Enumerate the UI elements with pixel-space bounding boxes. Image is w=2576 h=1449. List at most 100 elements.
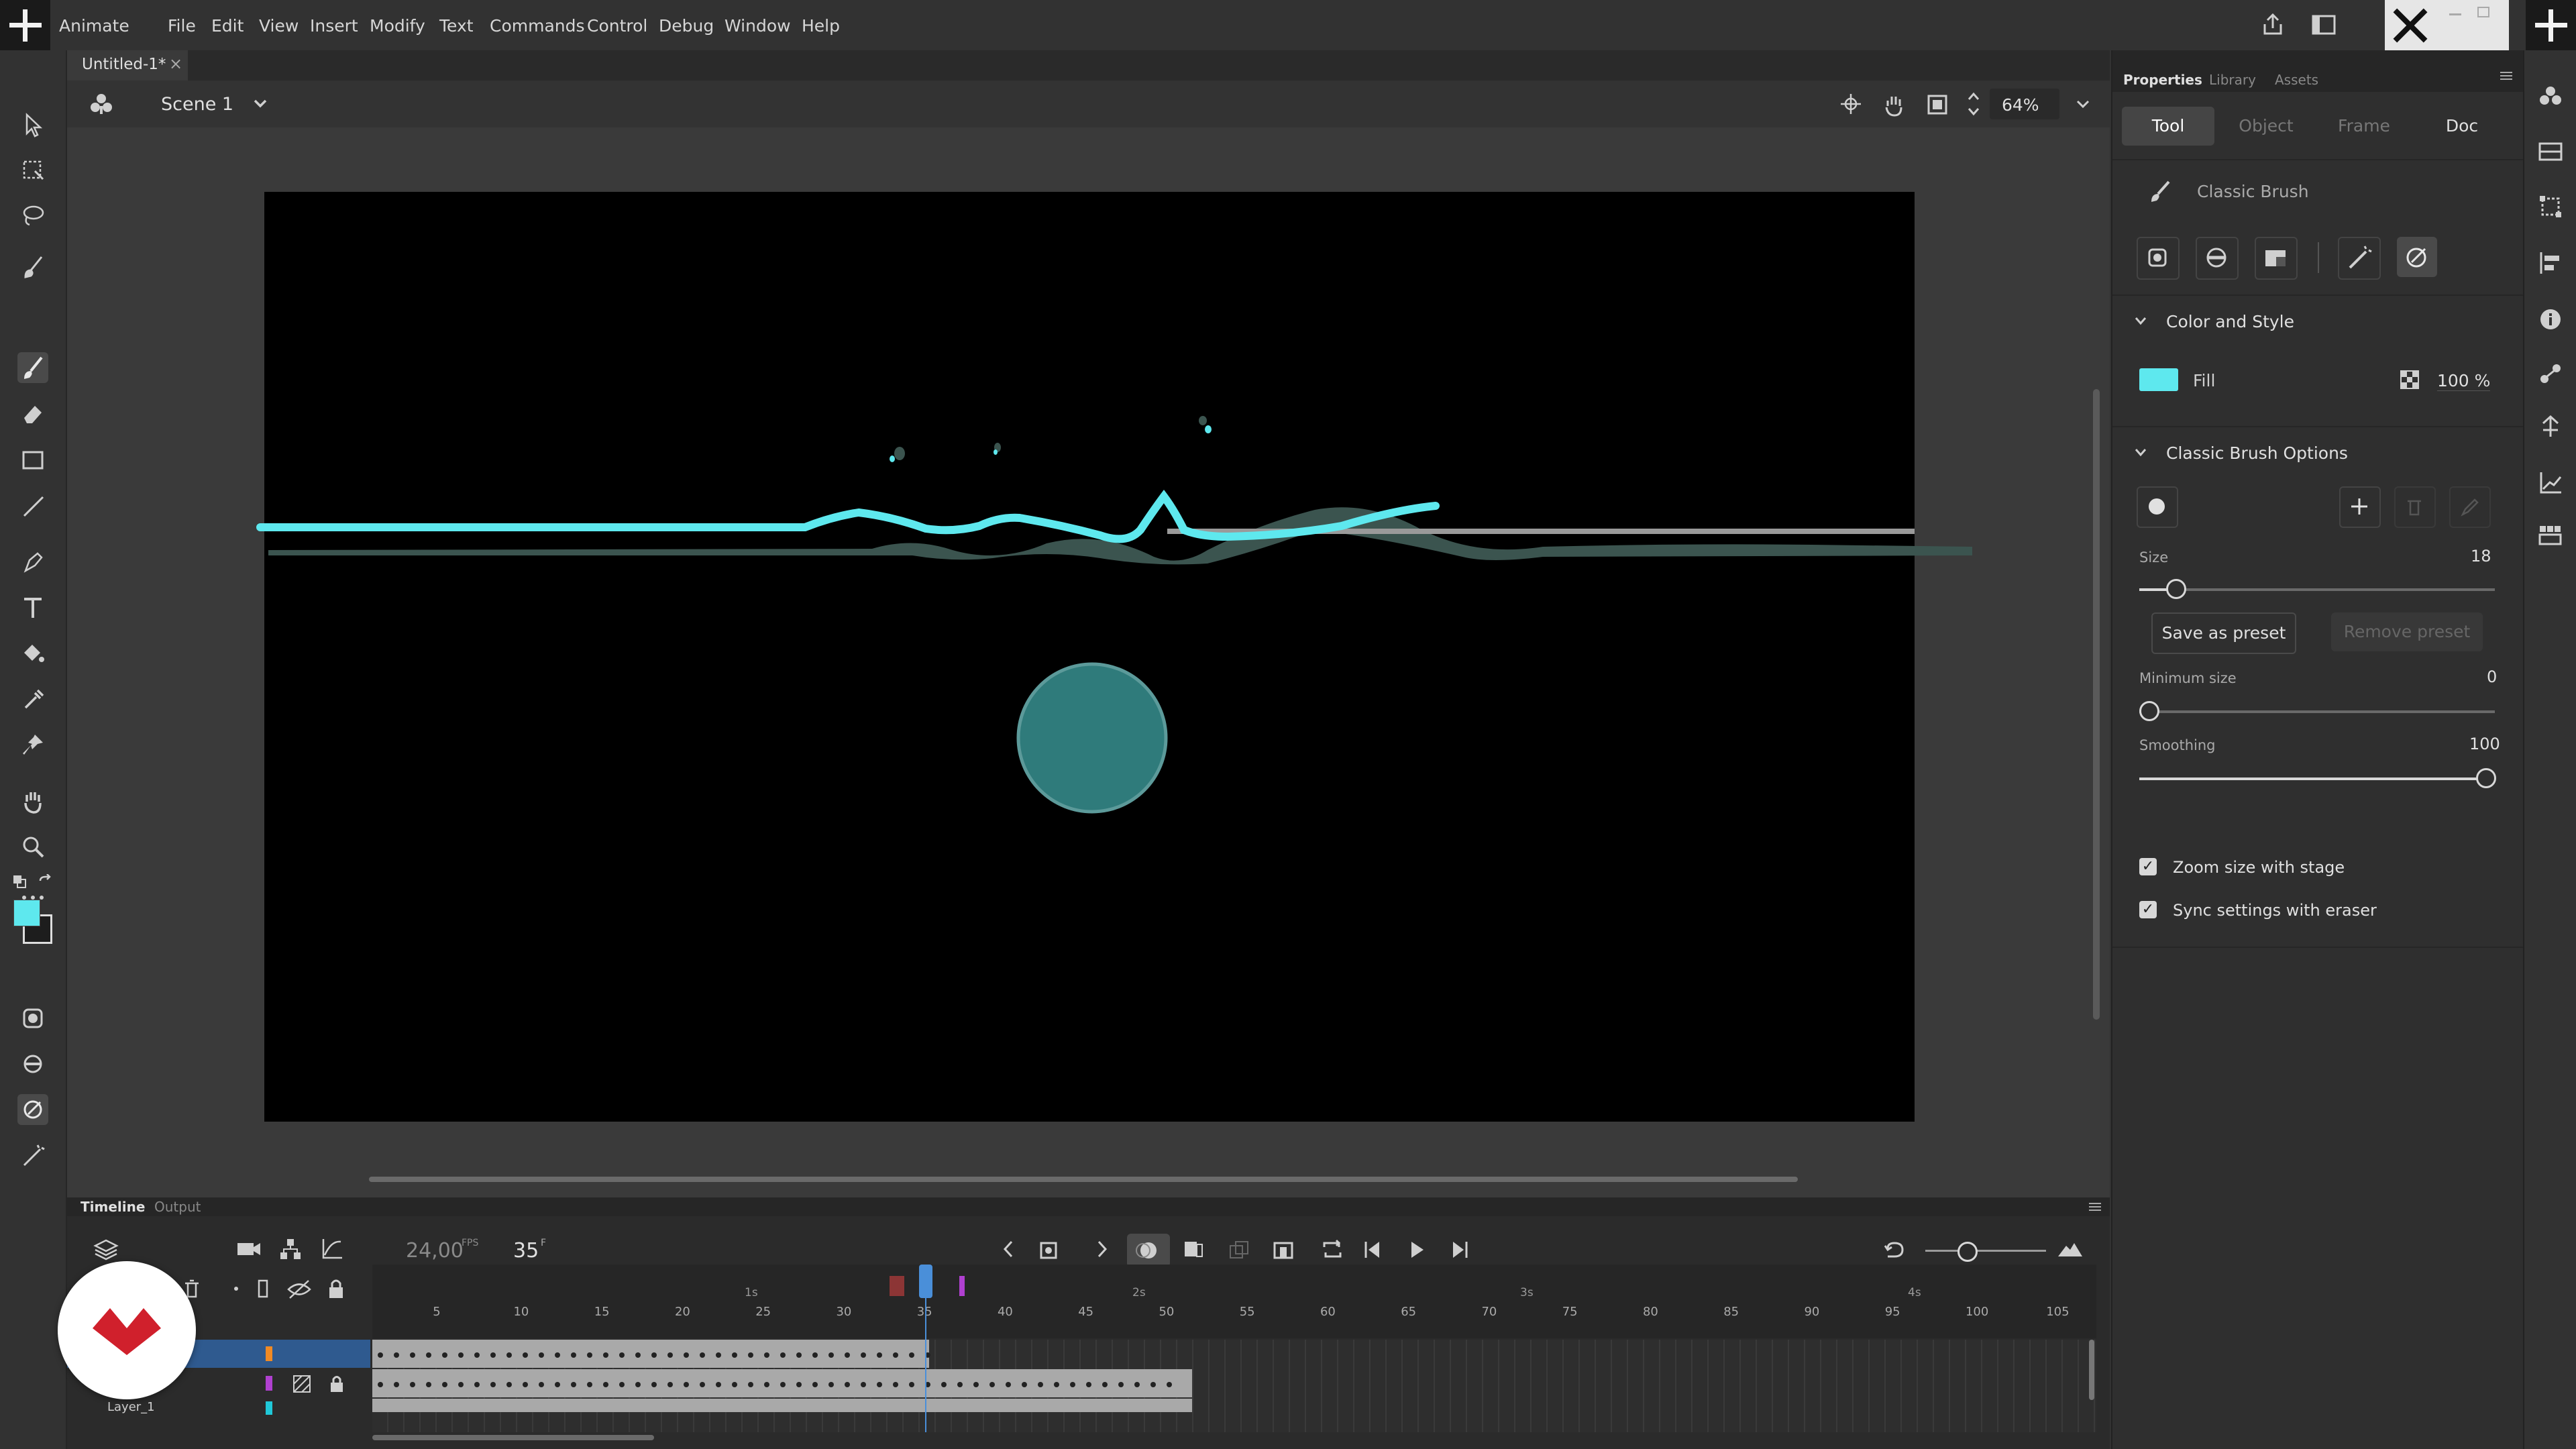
- zoom-field[interactable]: 64%: [1990, 89, 2059, 119]
- menu-commands[interactable]: Commands: [490, 16, 585, 36]
- menu-control[interactable]: Control: [587, 16, 647, 36]
- center-frame-icon[interactable]: [1272, 1239, 1295, 1262]
- clip-content-icon[interactable]: [1927, 94, 1948, 115]
- smoothing-value[interactable]: 100: [2469, 735, 2500, 753]
- onion-end-marker[interactable]: [959, 1276, 965, 1296]
- chevron-down-icon[interactable]: [252, 98, 268, 110]
- menu-file[interactable]: File: [168, 16, 196, 36]
- selection-tool[interactable]: [17, 109, 48, 140]
- min-size-value[interactable]: 0: [2487, 667, 2497, 686]
- timeline-vscrollbar[interactable]: [2089, 1340, 2094, 1400]
- play-icon[interactable]: [1406, 1239, 1428, 1260]
- highlight-icon[interactable]: [228, 1279, 244, 1298]
- stage[interactable]: [264, 192, 1915, 1122]
- frame-ruler[interactable]: [372, 1265, 2096, 1338]
- menu-help[interactable]: Help: [802, 16, 840, 36]
- size-value[interactable]: 18: [2471, 547, 2491, 566]
- paint-brush-tool[interactable]: [17, 252, 48, 282]
- eraser-tool[interactable]: [17, 398, 48, 429]
- menu-window[interactable]: Window: [724, 16, 791, 36]
- tilt-icon[interactable]: [17, 1140, 48, 1171]
- remove-preset-button[interactable]: Remove preset: [2331, 612, 2483, 651]
- pen-tool[interactable]: [17, 547, 48, 578]
- brush-mode-icon[interactable]: [17, 1049, 48, 1079]
- tab-timeline[interactable]: Timeline: [80, 1199, 145, 1215]
- object-drawing-icon[interactable]: [17, 1003, 48, 1034]
- visibility-icon[interactable]: [287, 1279, 311, 1299]
- scene-name[interactable]: Scene 1: [161, 94, 233, 115]
- min-size-slider-knob[interactable]: [2139, 701, 2159, 721]
- mask-icon[interactable]: [292, 1375, 311, 1393]
- layer-parenting-icon[interactable]: [279, 1238, 302, 1260]
- lasso-tool[interactable]: [17, 199, 48, 230]
- tab-properties[interactable]: Properties: [2123, 72, 2202, 88]
- brush-shape-button[interactable]: [2137, 486, 2178, 528]
- layers-icon[interactable]: [93, 1236, 119, 1263]
- prev-keyframe-icon[interactable]: [998, 1239, 1018, 1259]
- frame-span[interactable]: [372, 1399, 1192, 1412]
- horizontal-scrollbar[interactable]: [369, 1177, 1798, 1182]
- share-icon[interactable]: [2261, 12, 2285, 36]
- classic-brush-tool[interactable]: [17, 352, 48, 383]
- swap-colors-icon[interactable]: [38, 874, 54, 890]
- zoom-tool[interactable]: [17, 831, 48, 862]
- edit-preset-button[interactable]: [2449, 486, 2491, 528]
- paint-bucket-tool[interactable]: [17, 638, 48, 669]
- rotate-stage-icon[interactable]: [1882, 93, 1907, 117]
- menu-debug[interactable]: Debug: [659, 16, 714, 36]
- zoom-size-checkbox[interactable]: ✓: [2139, 858, 2157, 875]
- library-panel-icon[interactable]: [2538, 140, 2563, 163]
- section-title-brush[interactable]: Classic Brush Options: [2166, 443, 2348, 463]
- eyedropper-tool[interactable]: [17, 684, 48, 714]
- tab-output[interactable]: Output: [154, 1199, 201, 1215]
- hand-tool[interactable]: [17, 786, 48, 816]
- size-slider-knob[interactable]: [2166, 579, 2186, 599]
- workspace-icon[interactable]: [2312, 15, 2336, 35]
- step-forward-icon[interactable]: [1449, 1239, 1470, 1260]
- insert-keyframe-icon[interactable]: [1038, 1238, 1063, 1262]
- pressure-button[interactable]: [2397, 237, 2437, 277]
- fit-frames-icon[interactable]: [2057, 1239, 2084, 1259]
- document-tab[interactable]: Untitled-1* ×: [67, 50, 188, 80]
- collapse-chevron-icon[interactable]: [2134, 316, 2147, 327]
- layer-lock-icon[interactable]: [329, 1375, 345, 1393]
- tab-close-icon[interactable]: ×: [169, 54, 182, 73]
- smoothing-slider[interactable]: [2139, 777, 2495, 780]
- frame-zoom-slider[interactable]: [1925, 1250, 2046, 1252]
- tab-library[interactable]: Library: [2209, 72, 2256, 88]
- zoom-stepper-icon[interactable]: [1967, 90, 1980, 118]
- free-transform-tool[interactable]: [17, 154, 48, 184]
- step-back-icon[interactable]: [1362, 1239, 1383, 1260]
- graph-icon[interactable]: [321, 1238, 343, 1260]
- loop-icon[interactable]: [1320, 1238, 1344, 1262]
- onion-start-marker[interactable]: [890, 1276, 904, 1296]
- section-title-color[interactable]: Color and Style: [2166, 312, 2294, 331]
- tab-assets[interactable]: Assets: [2275, 72, 2318, 88]
- menu-modify[interactable]: Modify: [370, 16, 425, 36]
- transform-panel-icon[interactable]: [2538, 194, 2563, 219]
- menu-edit[interactable]: Edit: [211, 16, 244, 36]
- outline-icon[interactable]: [255, 1278, 271, 1299]
- current-frame[interactable]: 35: [513, 1239, 539, 1263]
- center-stage-icon[interactable]: [1839, 93, 1862, 115]
- camera-icon[interactable]: [236, 1239, 262, 1259]
- info-panel-icon[interactable]: [2538, 307, 2563, 332]
- undo-icon[interactable]: [1882, 1239, 1907, 1260]
- sync-eraser-checkbox[interactable]: ✓: [2139, 901, 2157, 918]
- vertical-scrollbar[interactable]: [2093, 389, 2100, 1020]
- swatches-panel-icon[interactable]: [2538, 523, 2563, 548]
- object-drawing-button[interactable]: [2137, 237, 2180, 280]
- timeline-hscrollbar[interactable]: [372, 1435, 654, 1440]
- delete-preset-button[interactable]: [2394, 486, 2436, 528]
- panel-menu-icon[interactable]: [2088, 1201, 2102, 1212]
- frame-zoom-knob[interactable]: [1957, 1242, 1978, 1262]
- lock-fill-button[interactable]: [2255, 237, 2298, 280]
- tilt-button[interactable]: [2338, 237, 2381, 280]
- subtab-tool[interactable]: Tool: [2122, 107, 2214, 146]
- motion-editor-icon[interactable]: [2538, 470, 2563, 496]
- zoom-dropdown-icon[interactable]: [2076, 99, 2090, 110]
- maximize-icon[interactable]: [2477, 7, 2489, 17]
- fps-value[interactable]: 24,00: [406, 1239, 464, 1263]
- text-tool[interactable]: [17, 592, 48, 623]
- default-colors-icon[interactable]: [12, 874, 28, 890]
